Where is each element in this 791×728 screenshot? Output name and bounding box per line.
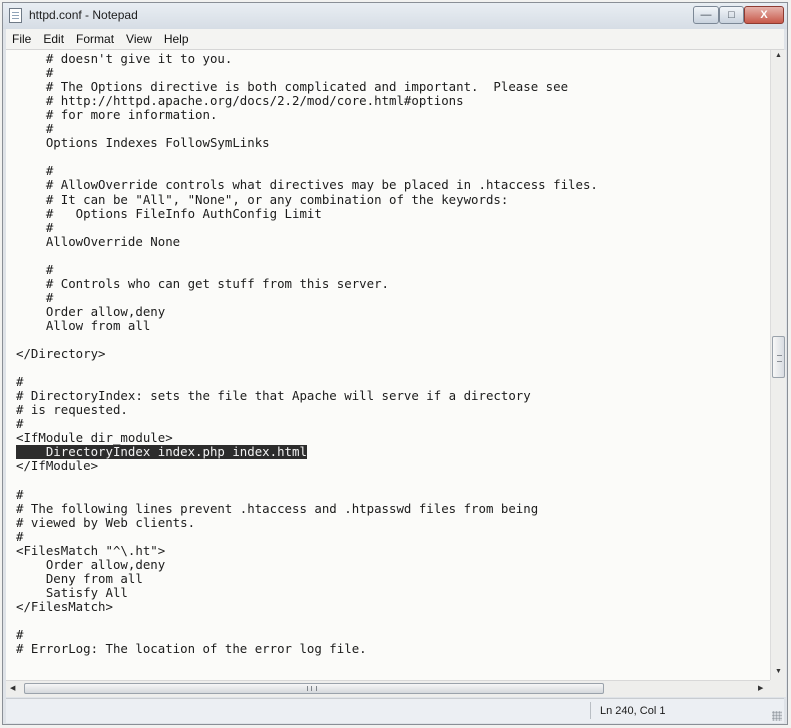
- code-line: Order allow,deny: [16, 303, 166, 319]
- maximize-button[interactable]: □: [719, 6, 744, 24]
- vertical-scroll-thumb[interactable]: [772, 336, 785, 378]
- scroll-left-arrow-icon[interactable]: ◀: [10, 685, 15, 693]
- horizontal-scrollbar[interactable]: ◀ ▶: [6, 680, 770, 697]
- code-line: #: [16, 289, 54, 305]
- code-line: # ErrorLog: The location of the error lo…: [16, 641, 367, 657]
- code-line: # doesn't give it to you.: [16, 51, 233, 66]
- code-line: #: [16, 416, 24, 432]
- code-line: Allow from all: [16, 317, 151, 333]
- menu-help[interactable]: Help: [158, 32, 195, 46]
- notepad-window: httpd.conf - Notepad — □ X File Edit For…: [2, 2, 788, 725]
- scroll-right-arrow-icon[interactable]: ▶: [758, 685, 763, 693]
- menu-bar: File Edit Format View Help: [6, 29, 784, 50]
- menu-format[interactable]: Format: [70, 32, 120, 46]
- scroll-up-arrow-icon[interactable]: ▲: [775, 52, 782, 60]
- text-editor-area[interactable]: # doesn't give it to you. # # The Option…: [6, 50, 770, 680]
- resize-grip-icon[interactable]: [772, 711, 782, 721]
- code-line: # viewed by Web clients.: [16, 514, 196, 530]
- scroll-down-arrow-icon[interactable]: ▼: [775, 668, 782, 676]
- vertical-scrollbar[interactable]: ▲ ▼: [770, 50, 786, 680]
- code-line: # Options FileInfo AuthConfig Limit: [16, 205, 322, 221]
- code-line: Satisfy All: [16, 584, 128, 600]
- code-line: # AllowOverride controls what directives…: [16, 177, 598, 193]
- menu-view[interactable]: View: [120, 32, 158, 46]
- minimize-button[interactable]: —: [693, 6, 719, 24]
- code-line: # for more information.: [16, 107, 218, 123]
- code-line: #: [16, 65, 54, 81]
- code-line: #: [16, 528, 24, 544]
- code-line: #: [16, 261, 54, 277]
- grip-icon: [777, 355, 782, 362]
- code-line: # The Options directive is both complica…: [16, 79, 569, 95]
- title-bar[interactable]: httpd.conf - Notepad — □ X: [3, 3, 787, 29]
- code-line: # DirectoryIndex: sets the file that Apa…: [16, 388, 531, 404]
- code-line: <IfModule dir_module>: [16, 430, 173, 446]
- code-line: # Controls who can get stuff from this s…: [16, 275, 389, 291]
- code-line: # http://httpd.apache.org/docs/2.2/mod/c…: [16, 93, 464, 109]
- horizontal-scroll-thumb[interactable]: [24, 683, 604, 694]
- notepad-app-icon[interactable]: [9, 8, 22, 23]
- code-line: # is requested.: [16, 402, 128, 418]
- code-line: AllowOverride None: [16, 233, 181, 249]
- selected-code-line: DirectoryIndex index.php index.html: [16, 444, 307, 460]
- status-separator: [590, 702, 591, 719]
- window-title: httpd.conf - Notepad: [29, 8, 138, 22]
- code-line: #: [16, 163, 54, 179]
- code-line: </FilesMatch>: [16, 598, 113, 614]
- code-line: Options Indexes FollowSymLinks: [16, 135, 270, 151]
- code-line: #: [16, 374, 24, 390]
- code-line: <FilesMatch "^\.ht">: [16, 542, 166, 558]
- code-line: Order allow,deny: [16, 556, 166, 572]
- code-line: </Directory>: [16, 346, 106, 362]
- code-line: Deny from all: [16, 570, 143, 586]
- code-line: #: [16, 486, 24, 502]
- code-line: </IfModule>: [16, 458, 99, 474]
- cursor-position: Ln 240, Col 1: [600, 705, 666, 717]
- menu-file[interactable]: File: [6, 32, 37, 46]
- scrollbar-corner: [770, 680, 786, 697]
- code-line: #: [16, 219, 54, 235]
- close-button[interactable]: X: [744, 6, 784, 24]
- code-line: # The following lines prevent .htaccess …: [16, 500, 539, 516]
- menu-edit[interactable]: Edit: [37, 32, 70, 46]
- code-line: #: [16, 627, 24, 643]
- code-line: # It can be "All", "None", or any combin…: [16, 191, 509, 207]
- code-line: #: [16, 121, 54, 137]
- grip-icon: [307, 686, 317, 691]
- status-bar: Ln 240, Col 1: [6, 698, 784, 723]
